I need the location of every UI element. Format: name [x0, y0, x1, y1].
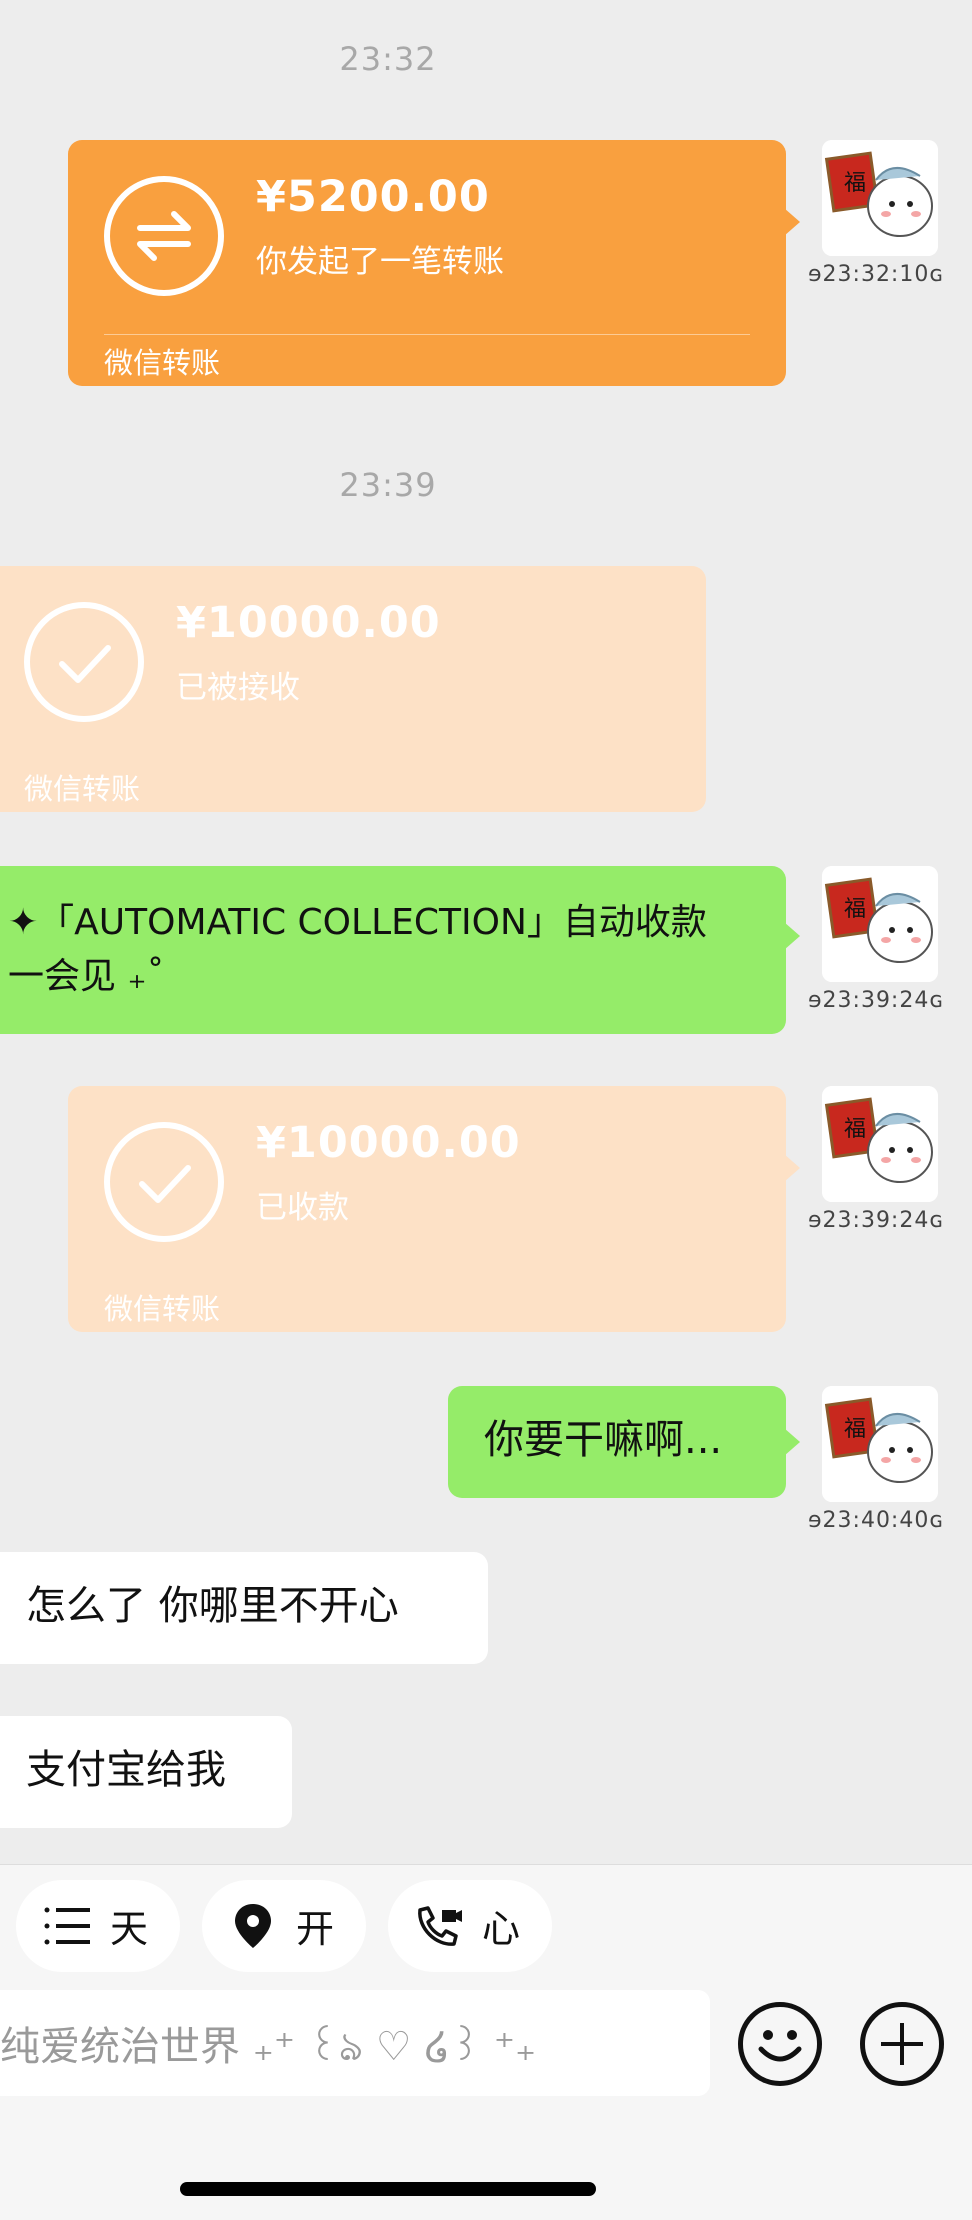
time-label: 23:39	[339, 466, 437, 504]
message-text: ✦「AUTOMATIC COLLECTION」自动收款	[8, 902, 707, 943]
svg-text:福: 福	[844, 1417, 866, 1442]
avatar-image: 福	[822, 866, 938, 982]
transfer-card-sent[interactable]: ¥5200.00 你发起了一笔转账 微信转账	[68, 140, 800, 386]
emoji-icon	[758, 2030, 802, 2062]
home-indicator	[180, 2182, 596, 2196]
input-placeholder: 纯爱统治世界 ₊⁺ ꒰ঌ ♡ ໒꒱ ⁺₊	[0, 2024, 537, 2070]
avatar-image: 福	[822, 1086, 938, 1202]
video-call-icon	[414, 1902, 464, 1950]
avatar[interactable]: 福	[822, 140, 938, 256]
message-bubble[interactable]: 怎么了 你哪里不开心	[0, 1552, 488, 1664]
avatar-image: 福	[822, 1386, 938, 1502]
message-text: 支付宝给我	[26, 1747, 226, 1793]
quick-action-label: 天	[110, 1907, 149, 1951]
message-timestamp: ɘ23:39:24ɢ	[808, 1208, 945, 1233]
avatar[interactable]: 福	[822, 1386, 938, 1502]
transfer-status: 你发起了一笔转账	[256, 244, 504, 280]
quick-action-chip[interactable]: 开	[202, 1880, 366, 1972]
plus-icon	[881, 2023, 923, 2065]
transfer-card-received[interactable]: ¥10000.00 已收款 微信转账	[68, 1086, 800, 1332]
transfer-footer: 微信转账	[104, 346, 221, 380]
check-circle-icon	[104, 1122, 224, 1242]
message-text: 怎么了 你哪里不开心	[26, 1583, 399, 1629]
check-circle-icon	[24, 602, 144, 722]
message-bubble[interactable]: 支付宝给我	[0, 1716, 292, 1828]
svg-text:福: 福	[844, 1117, 866, 1142]
message-text: 一会见 ₊˚	[8, 956, 165, 997]
quick-action-chip[interactable]: 心	[388, 1880, 552, 1972]
quick-action-chip[interactable]: 天	[16, 1880, 180, 1972]
transfer-status: 已被接收	[176, 670, 300, 706]
transfer-amount: ¥10000.00	[256, 1118, 521, 1168]
time-label: 23:32	[339, 40, 437, 78]
divider	[104, 334, 750, 335]
list-icon	[42, 1902, 92, 1950]
transfer-card-received[interactable]: ¥10000.00 已被接收 微信转账	[0, 566, 706, 812]
message-text: 你要干嘛啊...	[484, 1417, 723, 1463]
message-bubble[interactable]: ✦「AUTOMATIC COLLECTION」自动收款 一会见 ₊˚	[0, 866, 800, 1034]
more-button[interactable]	[860, 2002, 944, 2086]
svg-text:福: 福	[844, 897, 866, 922]
quick-action-label: 心	[482, 1907, 521, 1951]
transfer-footer: 微信转账	[104, 1292, 221, 1326]
message-timestamp: ɘ23:40:40ɢ	[808, 1508, 945, 1533]
transfer-status: 已收款	[256, 1190, 349, 1226]
bubble-tail	[784, 922, 800, 950]
transfer-amount: ¥10000.00	[176, 598, 441, 648]
message-timestamp: ɘ23:32:10ɢ	[808, 262, 945, 287]
quick-action-label: 开	[296, 1907, 335, 1951]
bubble-tail	[784, 208, 800, 236]
transfer-footer: 微信转账	[24, 772, 141, 806]
transfer-arrows-icon	[104, 176, 224, 296]
avatar-image: 福	[822, 140, 938, 256]
bubble-tail	[784, 1428, 800, 1456]
avatar[interactable]: 福	[822, 1086, 938, 1202]
message-input[interactable]: 纯爱统治世界 ₊⁺ ꒰ঌ ♡ ໒꒱ ⁺₊	[0, 1990, 710, 2096]
message-bubble[interactable]: 你要干嘛啊...	[448, 1386, 800, 1498]
emoji-button[interactable]	[738, 2002, 822, 2086]
svg-text:福: 福	[844, 171, 866, 196]
avatar[interactable]: 福	[822, 866, 938, 982]
transfer-amount: ¥5200.00	[256, 172, 490, 222]
bubble-tail	[784, 1154, 800, 1182]
location-pin-icon	[228, 1902, 278, 1950]
message-timestamp: ɘ23:39:24ɢ	[808, 988, 945, 1013]
